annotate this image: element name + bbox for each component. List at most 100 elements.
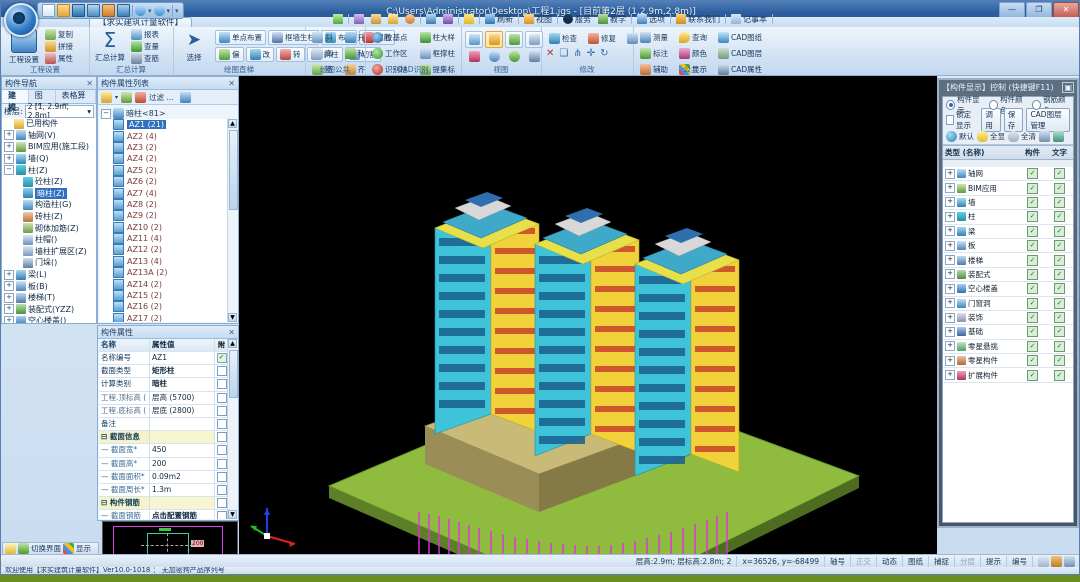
checkbox-icon[interactable] xyxy=(216,484,227,495)
recall-button[interactable]: 调用 xyxy=(981,108,1001,132)
add-item-icon[interactable] xyxy=(101,91,112,103)
property-row-value[interactable]: 矩形柱 xyxy=(150,365,215,378)
layout-toggle-icon[interactable] xyxy=(1064,555,1075,567)
view-grid-button[interactable] xyxy=(505,31,523,48)
display-table-row[interactable]: + 楼梯 ✓ ✓ xyxy=(943,253,1073,268)
close-icon[interactable]: ✕ xyxy=(228,328,235,337)
grid-view-icon[interactable] xyxy=(179,91,191,103)
menu-service[interactable]: 服务 xyxy=(561,14,593,25)
show-all-button[interactable]: 全显 xyxy=(977,130,1005,142)
export-icon[interactable] xyxy=(87,4,100,17)
pan-button[interactable] xyxy=(505,48,523,65)
component-list-item[interactable]: AZ10 (2) xyxy=(99,221,228,233)
new-icon[interactable] xyxy=(42,4,55,17)
checkbox-icon[interactable]: ✓ xyxy=(1027,211,1038,223)
property-row-value[interactable]: 点击配置钢筋 xyxy=(150,510,215,519)
modify-button[interactable]: 改 xyxy=(245,47,274,62)
checkbox-icon[interactable]: ✓ xyxy=(1054,211,1065,223)
floor-combo[interactable]: 2 [1, 2.9m, 2.8m] ▾ xyxy=(24,102,94,120)
checkbox-icon[interactable] xyxy=(216,471,227,482)
checkbox-icon[interactable] xyxy=(216,458,227,469)
redo-icon[interactable] xyxy=(153,5,165,16)
component-list-item[interactable]: AZ7 (4) xyxy=(99,187,228,199)
column-detail-button[interactable]: 柱大样 xyxy=(416,30,460,45)
menu-contact[interactable]: 联系我们 xyxy=(674,14,722,25)
expand-icon[interactable]: + xyxy=(4,281,14,292)
status-number[interactable]: 编号 xyxy=(1007,555,1033,567)
annotate-button[interactable]: 标注 xyxy=(636,46,672,61)
save-icon[interactable] xyxy=(72,4,85,17)
checkbox-icon[interactable]: ✓ xyxy=(1027,254,1038,266)
book-icon[interactable] xyxy=(1039,130,1050,142)
basepoint-button[interactable]: 校基点 xyxy=(368,30,412,45)
checkbox-icon[interactable]: ✓ xyxy=(1054,168,1065,180)
checkbox-icon[interactable]: ✓ xyxy=(1027,297,1038,309)
checkbox-icon[interactable]: ✓ xyxy=(1054,196,1065,208)
checkbox-icon[interactable]: ✓ xyxy=(1027,340,1038,352)
default-button[interactable]: 默认 xyxy=(946,130,974,142)
color-toggle-icon[interactable] xyxy=(1051,555,1062,567)
brace-column-button[interactable]: 框撑柱 xyxy=(416,46,460,61)
checkbox-icon[interactable] xyxy=(216,498,227,509)
expand-icon[interactable]: + xyxy=(945,298,955,309)
expand-icon[interactable]: + xyxy=(4,130,14,141)
property-row[interactable]: 工程.底标高 (层底 (2800) xyxy=(99,404,228,418)
property-row-value[interactable]: 200 xyxy=(150,457,215,470)
query-qty-button[interactable]: 查量 xyxy=(131,41,159,52)
rotate-button[interactable]: 转 xyxy=(276,47,305,62)
save-button[interactable]: 保存 xyxy=(1003,108,1024,132)
checkbox-icon[interactable]: ✓ xyxy=(1027,312,1038,324)
component-list-item[interactable]: AZ15 (2) xyxy=(99,290,228,302)
property-row[interactable]: 备注 xyxy=(99,417,228,432)
display-table-row[interactable]: + 墙 ✓ ✓ xyxy=(943,196,1073,211)
checkbox-icon[interactable]: ✓ xyxy=(1027,168,1038,180)
3d-viewport[interactable] xyxy=(239,76,937,559)
tab-modeling[interactable]: 建模 xyxy=(2,90,29,112)
property-row[interactable]: — 截面宽* 450 xyxy=(99,444,228,458)
property-row-value[interactable] xyxy=(150,417,215,431)
cad-layer-manage-button[interactable]: CAD图层管理 xyxy=(1026,108,1070,132)
component-list-item[interactable]: AZ8 (2) xyxy=(99,198,228,210)
menu-star[interactable] xyxy=(331,14,345,24)
display-table-row[interactable]: + 板 ✓ ✓ xyxy=(943,239,1073,254)
checkbox-icon[interactable]: ✓ xyxy=(1027,240,1038,252)
component-list-item[interactable]: AZ17 (2) xyxy=(99,312,228,322)
check-model-button[interactable]: 检查 xyxy=(545,31,581,46)
checkbox-icon[interactable] xyxy=(216,405,227,416)
expand-icon[interactable]: + xyxy=(945,183,955,194)
checkbox-icon[interactable]: ✓ xyxy=(1054,369,1065,381)
status-snap[interactable]: 捕捉 xyxy=(929,555,955,567)
display-toggle-button[interactable]: 显示 xyxy=(63,543,91,554)
component-list-item[interactable]: AZ9 (2) xyxy=(99,210,228,222)
expand-icon[interactable]: + xyxy=(945,355,955,366)
checkbox-icon[interactable] xyxy=(216,366,227,377)
tree-item-0[interactable]: 已用构件 xyxy=(2,118,96,130)
expand-icon[interactable]: + xyxy=(945,341,955,352)
checkbox-icon[interactable]: ✓ xyxy=(1054,312,1065,324)
status-hint[interactable]: 提示 xyxy=(981,555,1007,567)
tree-item-2[interactable]: + BIM应用(施工段) xyxy=(2,141,96,153)
menu-refresh[interactable]: 刷新 xyxy=(483,14,515,25)
property-row[interactable]: 名称编号 AZ1 ✓ xyxy=(99,352,228,366)
checkbox-icon[interactable]: ✓ xyxy=(1054,240,1065,252)
property-row[interactable]: — 截面钢筋 点击配置钢筋 xyxy=(99,510,228,519)
menu-options[interactable]: 选项 xyxy=(635,14,667,25)
menu-check[interactable] xyxy=(462,14,476,24)
lock-display-checkbox[interactable]: 锁定显示 xyxy=(946,109,978,131)
zoom-window-button[interactable] xyxy=(465,48,483,65)
menu-view[interactable]: 视图 xyxy=(522,14,554,25)
display-table-row[interactable]: + 扩展构件 ✓ ✓ xyxy=(943,368,1073,383)
menu-tool4[interactable] xyxy=(403,14,417,24)
property-button[interactable]: 属性 xyxy=(45,53,73,64)
tree-item-5[interactable]: 砼柱(Z) xyxy=(2,176,96,188)
checkbox-icon[interactable] xyxy=(216,511,227,519)
zoom-all-button[interactable] xyxy=(485,48,503,65)
close-icon[interactable]: ✕ xyxy=(86,79,93,88)
point-place-button[interactable]: 单点布置 xyxy=(215,30,266,45)
scroll-down-arrow-2[interactable]: ▼ xyxy=(228,510,237,519)
component-list-item[interactable]: AZ13 (4) xyxy=(99,255,228,267)
menu-tool6[interactable] xyxy=(441,14,455,24)
tree-item-14[interactable]: + 板(B) xyxy=(2,280,96,292)
scroll-up-arrow[interactable]: ▲ xyxy=(228,119,237,128)
tree-item-6[interactable]: 暗柱(Z) xyxy=(2,187,96,200)
